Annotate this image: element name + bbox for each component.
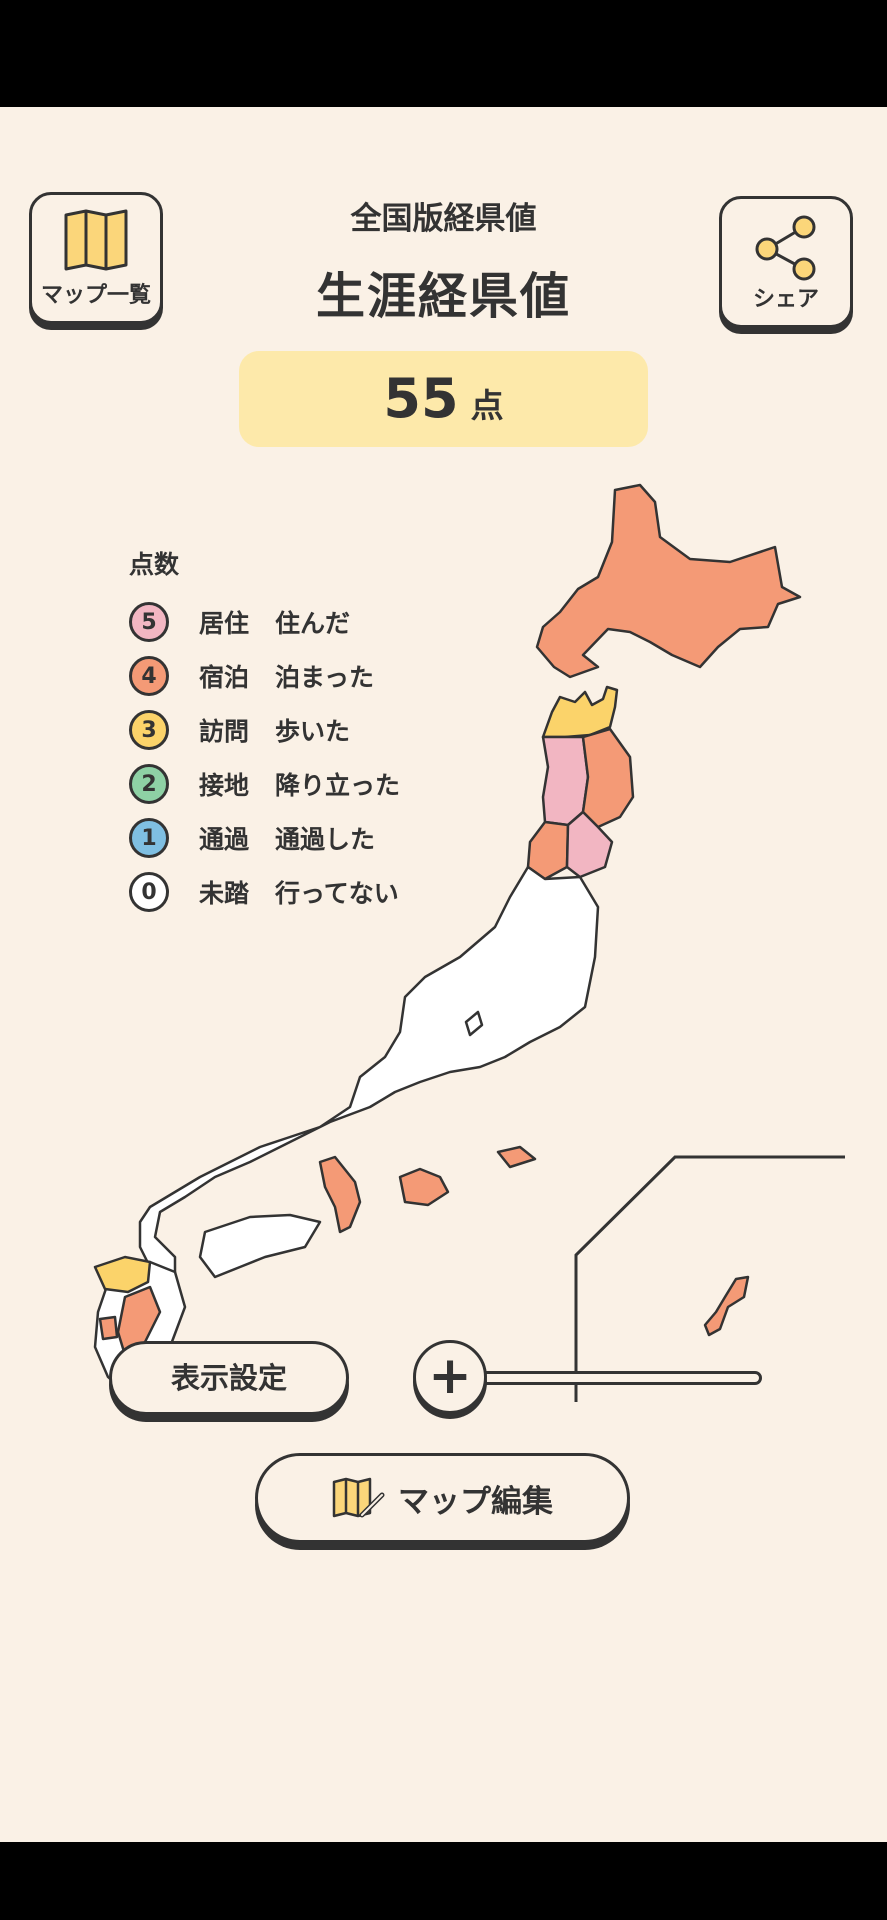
honshu-mainland — [138, 865, 600, 1294]
app-screen: マップ一覧 全国版経県値 生涯経県値 シェア 55 点 点数 5 居住 住んだ … — [0, 107, 887, 1842]
legend-score-badge: 0 — [129, 872, 169, 912]
legend-description: 降り立った — [275, 771, 401, 800]
legend-description: 泊まった — [275, 663, 375, 692]
iwate-region — [581, 727, 635, 829]
legend-description: 通過した — [275, 825, 376, 854]
legend-score-badge: 4 — [129, 656, 169, 696]
legend-score-badge: 3 — [129, 710, 169, 750]
okinawa-region — [703, 1275, 750, 1337]
legend-score-badge: 5 — [129, 602, 169, 642]
legend-item: 1 通過 通過した — [129, 811, 400, 865]
inset-frame — [574, 1155, 845, 1402]
display-settings-button[interactable]: 表示設定 — [109, 1341, 349, 1415]
legend-score-badge: 2 — [129, 764, 169, 804]
legend-category: 通過 — [199, 825, 250, 854]
hokkaido-region — [535, 483, 802, 679]
legend-score-badge: 1 — [129, 818, 169, 858]
score-unit: 点 — [470, 386, 504, 425]
share-label: シェア — [752, 287, 819, 312]
aichi-region — [398, 1167, 450, 1207]
legend-category: 居住 — [199, 609, 250, 638]
edit-map-label: マップ編集 — [398, 1483, 553, 1520]
zoom-slider-handle[interactable]: + — [413, 1340, 487, 1414]
share-button[interactable]: シェア — [719, 196, 853, 328]
legend-item: 0 未踏 行ってない — [129, 865, 400, 919]
legend-category: 宿泊 — [199, 663, 250, 692]
score-value: 55 — [383, 367, 459, 430]
legend-title: 点数 — [129, 550, 180, 579]
legend-category: 接地 — [199, 771, 250, 800]
legend-item: 3 訪問 歩いた — [129, 703, 400, 757]
kyoto-region — [318, 1155, 362, 1234]
edit-map-button[interactable]: マップ編集 — [255, 1453, 630, 1543]
shikoku-region — [198, 1213, 322, 1279]
legend-category: 未踏 — [199, 879, 250, 908]
map-edit-icon — [332, 1477, 385, 1518]
legend-description: 歩いた — [275, 717, 351, 746]
nagasaki-region — [98, 1315, 119, 1341]
legend-description: 行ってない — [275, 879, 399, 908]
akita-region — [541, 735, 590, 827]
legend: 点数 5 居住 住んだ 4 宿泊 泊まった 3 訪問 歩いた 2 接地 降り立っ… — [129, 545, 400, 919]
kanagawa-region — [496, 1145, 537, 1169]
score-box: 55 点 — [239, 351, 648, 447]
share-icon — [755, 215, 816, 281]
legend-description: 住んだ — [275, 609, 351, 638]
legend-item: 4 宿泊 泊まった — [129, 649, 400, 703]
zoom-slider-track[interactable] — [440, 1371, 762, 1385]
legend-item: 2 接地 降り立った — [129, 757, 400, 811]
legend-item: 5 居住 住んだ — [129, 595, 400, 649]
legend-category: 訪問 — [199, 717, 250, 746]
